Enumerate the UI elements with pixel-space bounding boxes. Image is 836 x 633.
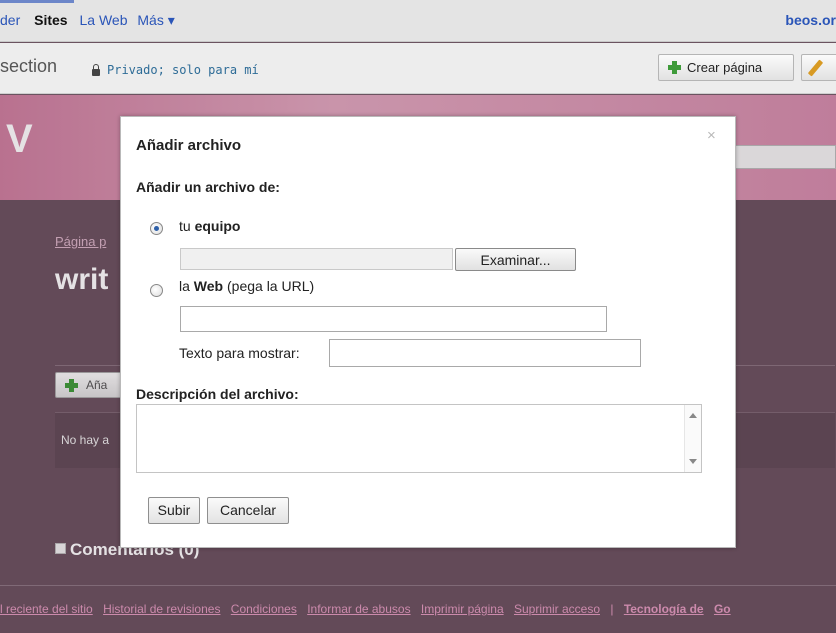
description-textarea[interactable] [136, 404, 702, 473]
option-web-label[interactable]: la Web (pega la URL) [179, 278, 314, 294]
scroll-down-icon[interactable] [689, 459, 697, 464]
dialog-title: Añadir archivo [136, 137, 242, 154]
nav-more-menu[interactable]: Más ▾ [137, 12, 174, 28]
google-bar: der Sites La Web Más ▾ beos.or [0, 0, 836, 42]
site-title[interactable]: section [0, 56, 57, 77]
display-text-label: Texto para mostrar: [179, 345, 300, 361]
edit-page-button[interactable] [801, 54, 836, 81]
sites-toolbar: section Privado; solo para mí Crear pági… [0, 43, 836, 94]
radio-web[interactable] [150, 284, 163, 297]
pencil-icon [807, 59, 824, 77]
textarea-scrollbar[interactable] [684, 405, 701, 472]
nav-link-reader[interactable]: der [0, 12, 20, 28]
lock-icon [91, 64, 101, 76]
add-file-dialog: Añadir archivo × Añadir un archivo de: t… [120, 116, 736, 548]
close-icon[interactable]: × [707, 127, 716, 144]
upload-button[interactable]: Subir [148, 497, 200, 524]
active-tab-indicator [0, 0, 74, 3]
scroll-up-icon[interactable] [689, 413, 697, 418]
option-web-suffix: (pega la URL) [227, 278, 315, 294]
option-web-prefix: la [179, 278, 190, 294]
cancel-button[interactable]: Cancelar [207, 497, 289, 524]
option-web-bold: Web [193, 278, 224, 294]
display-text-input[interactable] [329, 339, 641, 367]
create-page-button[interactable]: Crear página [658, 54, 794, 81]
option-computer-label[interactable]: tu equipo [179, 218, 240, 234]
browse-button[interactable]: Examinar... [455, 248, 576, 271]
privacy-status[interactable]: Privado; solo para mí [91, 63, 259, 77]
plus-icon [668, 61, 681, 74]
option-computer-prefix: tu [179, 218, 191, 234]
google-nav: der Sites La Web Más ▾ [0, 12, 179, 29]
privacy-label: Privado; solo para mí [107, 63, 259, 77]
description-label: Descripción del archivo: [136, 386, 299, 402]
url-input[interactable] [180, 306, 607, 332]
account-link[interactable]: beos.or [785, 12, 836, 28]
option-computer-bold: equipo [194, 218, 241, 234]
radio-computer[interactable] [150, 222, 163, 235]
nav-link-sites[interactable]: Sites [34, 12, 67, 28]
file-path-field[interactable] [180, 248, 453, 270]
dialog-subtitle: Añadir un archivo de: [136, 179, 280, 195]
create-page-label: Crear página [687, 60, 763, 75]
nav-link-web[interactable]: La Web [79, 12, 127, 28]
